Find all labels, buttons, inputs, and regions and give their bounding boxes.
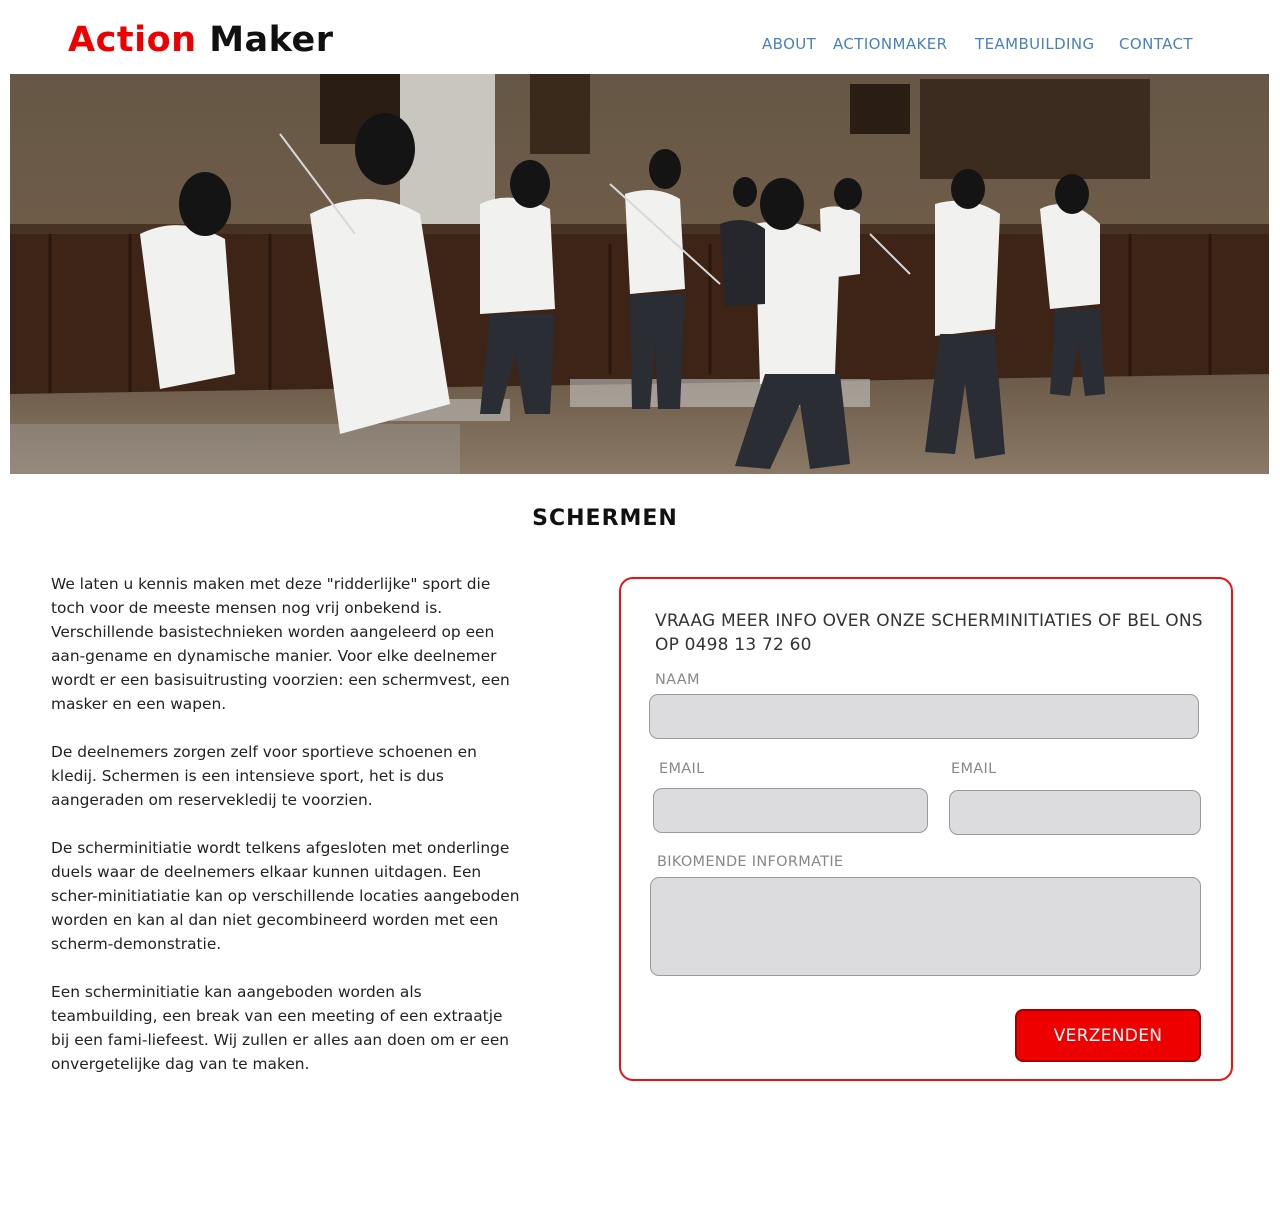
logo-word-action: Action	[68, 20, 197, 60]
fencing-class-photo	[10, 74, 1269, 474]
site-logo[interactable]: Action Maker	[68, 18, 334, 62]
site-header: Action Maker ABOUT ACTIONMAKER TEAMBUILD…	[0, 0, 1280, 74]
info-textarea[interactable]	[650, 877, 1201, 976]
page-title: SCHERMEN	[532, 506, 678, 531]
description-text: We laten u kennis maken met deze "ridder…	[51, 572, 521, 1076]
submit-button[interactable]: VERZENDEN	[1015, 1009, 1201, 1062]
name-label: NAAM	[655, 672, 700, 688]
paragraph-2: De deelnemers zorgen zelf voor sportieve…	[51, 743, 477, 809]
email-label-1: EMAIL	[659, 761, 705, 777]
info-label: BIKOMENDE INFORMATIE	[657, 854, 844, 870]
hero-image	[10, 74, 1269, 474]
nav-link-about[interactable]: ABOUT	[762, 34, 816, 54]
email-input-1[interactable]	[653, 788, 928, 833]
form-heading: VRAAG MEER INFO OVER ONZE SCHERMINITIATI…	[655, 611, 1203, 655]
contact-form: VRAAG MEER INFO OVER ONZE SCHERMINITIATI…	[619, 577, 1233, 1081]
paragraph-3: De scherminitiatie wordt telkens afgeslo…	[51, 839, 520, 953]
nav-link-actionmaker[interactable]: ACTIONMAKER	[833, 34, 947, 54]
email-label-2: EMAIL	[951, 761, 997, 777]
nav-link-contact[interactable]: CONTACT	[1119, 34, 1193, 54]
nav-link-teambuilding[interactable]: TEAMBUILDING	[975, 34, 1095, 54]
email-input-2[interactable]	[949, 790, 1201, 835]
paragraph-4: Een scherminitiatie kan aangeboden worde…	[51, 983, 510, 1073]
name-input[interactable]	[649, 694, 1199, 739]
paragraph-1: We laten u kennis maken met deze "ridder…	[51, 575, 510, 713]
logo-word-maker: Maker	[209, 20, 334, 60]
